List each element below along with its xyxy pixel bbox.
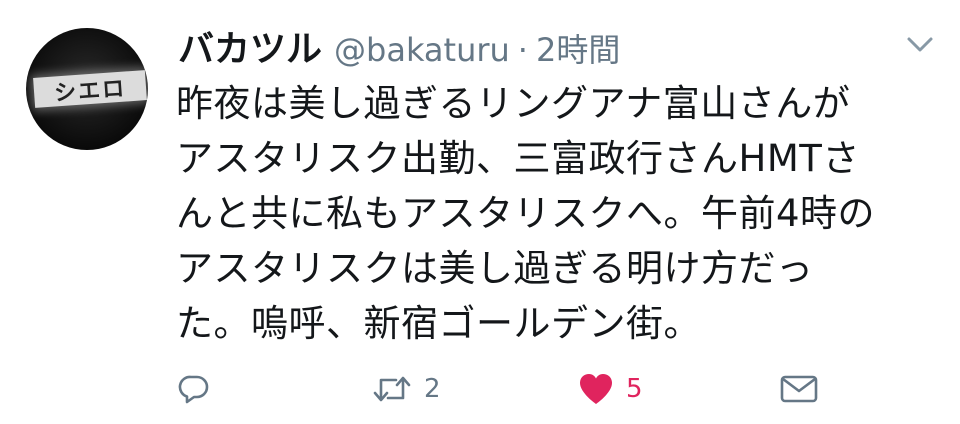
tweet-header: バカツル @bakaturu · 2時間 [178, 20, 620, 70]
reply-icon [178, 373, 210, 405]
tweet-text: 昨夜は美し過ぎるリングアナ富山さんが アスタリスク出勤、三富政行さんHMTさ ん… [176, 82, 876, 345]
retweet-icon [372, 373, 412, 405]
envelope-icon [780, 374, 818, 404]
user-handle[interactable]: @bakaturu [334, 31, 510, 69]
like-button[interactable]: 5 [578, 366, 643, 412]
tweet-timestamp[interactable]: 2時間 [536, 25, 620, 71]
like-count: 5 [626, 374, 643, 404]
retweet-count: 2 [424, 374, 441, 404]
retweet-button[interactable]: 2 [372, 366, 441, 412]
display-name[interactable]: バカツル [178, 20, 322, 72]
direct-message-button[interactable] [780, 366, 818, 412]
chevron-down-icon[interactable] [906, 36, 934, 54]
reply-button[interactable] [178, 366, 210, 412]
avatar[interactable]: シエロ [26, 28, 148, 150]
avatar-sign-text: シエロ [33, 70, 147, 108]
tweet-actions: 2 5 [0, 366, 960, 412]
heart-icon [578, 372, 614, 406]
separator-dot: · [517, 31, 528, 69]
